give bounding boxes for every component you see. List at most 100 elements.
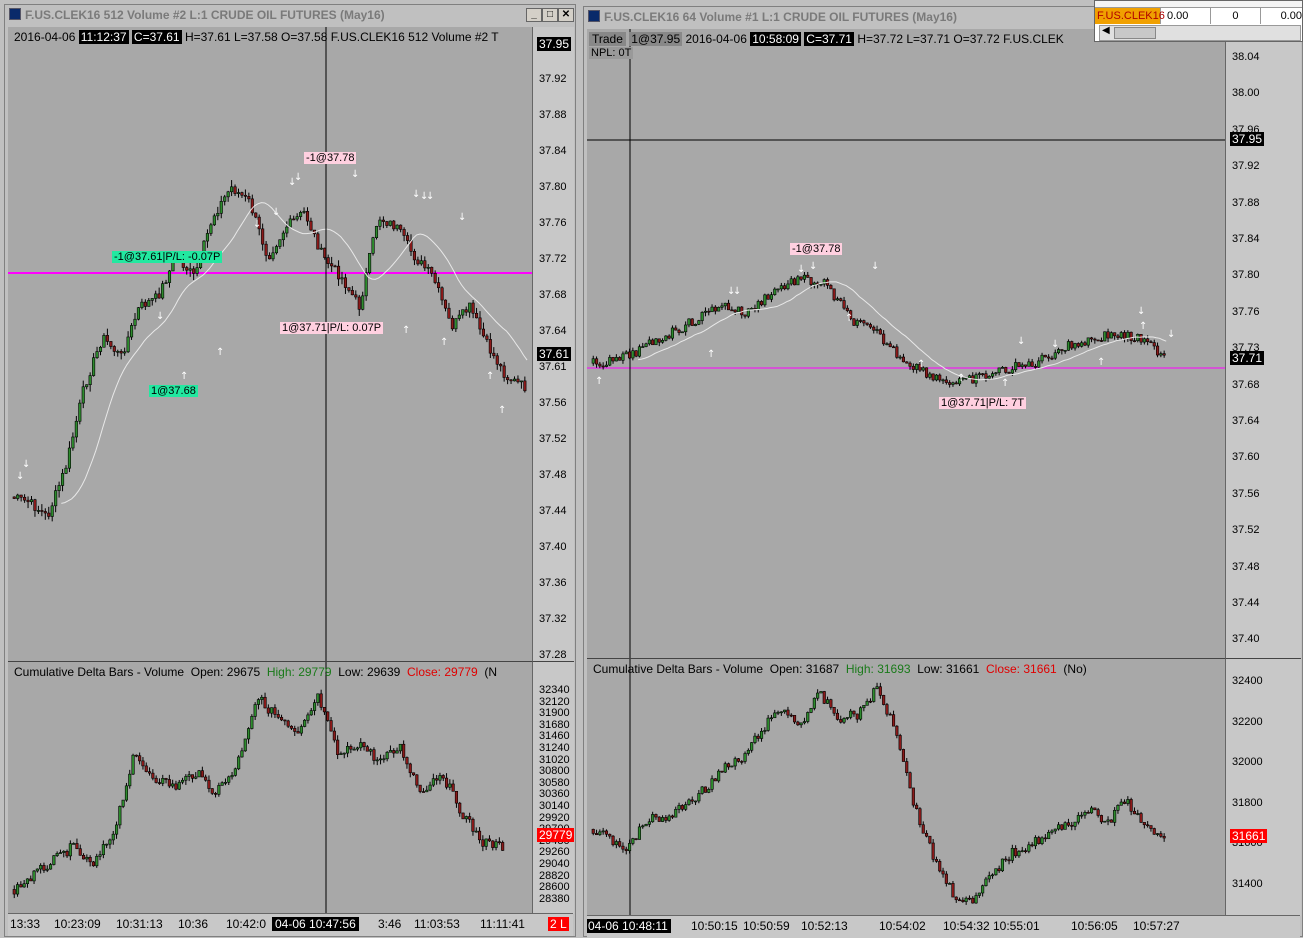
right-price-tick: 37.40 <box>1232 633 1260 646</box>
right-price-bar <box>934 374 939 381</box>
left-buy-label-1[interactable]: 1@37.68 <box>149 385 198 397</box>
right-price-bar <box>779 285 783 290</box>
left-corner-badge: 2 L <box>548 917 569 931</box>
right-time-axis[interactable]: 04-06 10:48:11 10:50:15 10:50:59 10:52:13 10… <box>587 915 1300 938</box>
sell-arrow: ↓ <box>871 261 879 272</box>
right-sell-label-1[interactable]: -1@37.78 <box>790 243 843 255</box>
left-price-axis[interactable]: 37.95 37.92 37.88 37.84 37.80 37.76 37.72 37.68… <box>532 27 574 661</box>
dom-scroll-thumb[interactable] <box>1114 27 1156 39</box>
left-sell-label-2[interactable]: -1@37.61|P/L: -0.07P <box>112 251 223 263</box>
right-delta-bar <box>614 841 618 846</box>
right-delta-bar <box>924 832 929 837</box>
left-price-bar <box>254 212 258 218</box>
right-delta-bar <box>1086 812 1090 814</box>
maximize-button[interactable]: □ <box>542 8 558 22</box>
right-price-bar <box>1106 331 1110 339</box>
right-delta-bar <box>1017 851 1021 857</box>
left-delta-bar <box>454 791 459 804</box>
left-price-bar <box>243 194 247 197</box>
dom-window[interactable]: F.US.CLEK16 0.00 0 0.00 ◀ <box>1094 0 1303 42</box>
right-delta-bar <box>990 874 995 877</box>
left-price-bar <box>419 260 423 265</box>
dom-scrollbar[interactable]: ◀ <box>1099 25 1301 41</box>
left-price-tick: 37.80 <box>539 181 567 193</box>
right-price-tick: 37.44 <box>1232 597 1260 609</box>
right-delta-bar <box>918 808 922 826</box>
right-price-bar <box>750 308 754 310</box>
left-delta-bar <box>141 760 145 767</box>
left-price-tick: 37.84 <box>539 145 567 157</box>
right-price-bar <box>977 373 981 376</box>
minimize-button[interactable]: _ <box>526 8 542 22</box>
left-price-pane[interactable]: ↓ ↓ ↓ ↓ ↓ ↓ ↓ ↓ ↓ ↓ ↓ ↓ ↑ ↑ ↑ ↑ ↑ ↑ 2016-04-06 11:12:37 C… <box>8 27 532 661</box>
left-delta-axis[interactable]: 32340 32120 31900 31680 31460 31240 31020 30800… <box>532 661 574 914</box>
right-delta-bar <box>915 804 919 809</box>
left-price-bar <box>92 357 96 376</box>
right-header-trade[interactable]: Trade <box>589 32 626 46</box>
right-price-bar <box>948 382 952 385</box>
left-time-axis[interactable]: 13:33 10:23:09 10:31:13 10:36 10:42:0 04-06 1… <box>8 913 573 936</box>
left-delta-bar <box>230 775 234 778</box>
left-price-bar <box>230 186 234 193</box>
left-sell-label-1[interactable]: -1@37.78 <box>304 152 357 164</box>
right-time-tick: 10:50:15 <box>691 919 738 933</box>
right-delta-tick: 32200 <box>1232 715 1263 728</box>
left-header-time: 11:12:37 <box>78 30 129 44</box>
right-delta-pane[interactable]: Cumulative Delta Bars - Volume Open: 316… <box>587 658 1225 916</box>
right-price-pane[interactable]: ↓ ↓ ↓ ↓ ↓ ↓ ↓ ↓ ↓ ↑ ↑ ↑ ↑ ↑ ↑ ↑ ↑ Trade 1@37.95 2016-04-… <box>587 29 1225 658</box>
left-delta-bar <box>405 757 409 765</box>
right-price-bar <box>832 288 836 301</box>
left-window-titlebar[interactable]: F.US.CLEK16 512 Volume #2 L:1 CRUDE OIL … <box>5 5 575 25</box>
right-delta-bar <box>1000 858 1005 872</box>
left-moving-average <box>61 202 528 504</box>
right-delta-bar <box>733 758 737 767</box>
right-delta-bar <box>1119 801 1123 806</box>
right-price-bar <box>802 274 806 280</box>
right-delta-bar <box>1083 812 1087 816</box>
close-button[interactable]: ✕ <box>558 8 574 22</box>
left-delta-bar <box>382 758 386 761</box>
left-price-bar <box>250 198 254 214</box>
left-delta-bar <box>444 777 449 788</box>
right-price-bar <box>703 310 707 313</box>
right-delta-bar <box>799 722 803 726</box>
left-buy-label-2[interactable]: 1@37.71|P/L: 0.07P <box>280 322 384 334</box>
left-delta-bar <box>253 704 257 717</box>
right-price-bar <box>1030 361 1034 367</box>
dom-row[interactable]: F.US.CLEK16 0.00 0 0.00 <box>1095 8 1302 24</box>
right-price-bar <box>763 294 767 306</box>
left-price-bar <box>412 251 417 261</box>
left-price-bar <box>392 220 396 230</box>
right-price-bar <box>924 367 929 378</box>
right-price-bar <box>868 324 873 328</box>
right-price-bar <box>1083 342 1087 346</box>
left-price-bar <box>336 265 341 280</box>
left-price-bar <box>126 336 130 353</box>
left-delta-bar <box>279 717 284 721</box>
right-price-bar <box>1155 345 1160 356</box>
right-time-tick: 10:54:32 <box>943 919 990 933</box>
left-delta-tick: 29260 <box>539 846 570 859</box>
left-delta-pane[interactable]: Cumulative Delta Bars - Volume Open: 296… <box>8 661 532 914</box>
right-delta-tick: 32000 <box>1232 756 1263 768</box>
left-price-bar <box>326 257 330 264</box>
left-top-price-box: 37.95 <box>537 37 572 51</box>
scroll-left-icon[interactable]: ◀ <box>1102 25 1110 36</box>
left-delta-bar <box>115 824 119 835</box>
left-price-bar <box>112 346 116 352</box>
right-price-axis[interactable]: 38.04 38.00 37.96 37.92 37.88 37.84 37.80 37.76… <box>1225 29 1301 658</box>
right-price-bar <box>1109 332 1113 339</box>
left-price-bar <box>274 246 279 254</box>
right-delta-axis[interactable]: 32400 32200 32000 31800 31600 31400 31661 <box>1225 658 1301 916</box>
buy-arrow: ↑ <box>957 373 965 384</box>
left-price-bar <box>295 216 299 220</box>
right-delta-bar <box>997 868 1001 872</box>
left-delta-bar <box>270 707 274 714</box>
right-price-bar <box>862 320 866 324</box>
right-delta-bar <box>1033 837 1038 847</box>
right-buy-label-1[interactable]: 1@37.71|P/L: 7T <box>939 397 1027 409</box>
right-delta-bar <box>703 786 707 793</box>
left-delta-bar <box>121 799 125 807</box>
left-price-bar <box>399 224 403 230</box>
left-delta-tick: 32120 <box>539 695 570 708</box>
